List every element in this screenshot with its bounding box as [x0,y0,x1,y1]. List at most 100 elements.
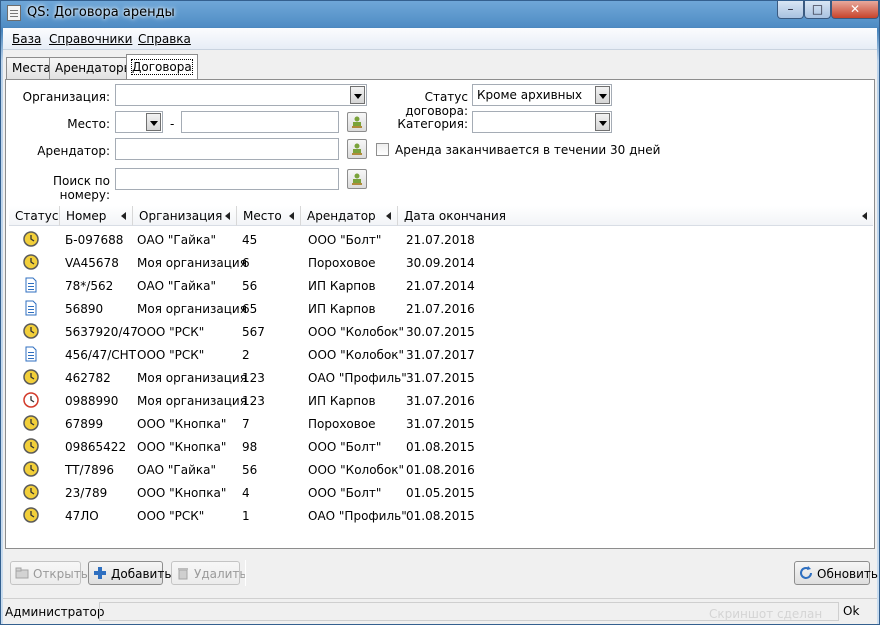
column-header-tenant[interactable]: Арендатор [301,206,398,226]
table-row[interactable]: 56890 Моя организация 65 ИП Карпов 21.07.201… [9,297,873,320]
cell-place: 7 [242,417,250,431]
open-button[interactable]: Открыть [10,561,88,585]
cell-tenant: ОАО "Профиль" [308,371,407,385]
cell-place: 4 [242,486,250,500]
maximize-button[interactable]: □ [804,1,831,19]
open-folder-icon [15,567,29,579]
cell-tenant: ООО "Колобок" [308,463,405,477]
cell-tenant: Пороховое [308,417,376,431]
chevron-down-icon[interactable] [595,86,610,104]
title-bar[interactable]: QS: Договора аренды – □ ✕ [1,1,879,27]
menu-item-base[interactable]: База [12,32,41,46]
cell-place: 98 [242,440,258,454]
chevron-down-icon[interactable] [146,113,161,131]
clock-yellow-icon [23,415,39,431]
table-row[interactable]: 0988990 Моя организация 123 ИП Карпов 31.07.… [9,389,873,412]
clock-yellow-icon [23,323,39,339]
cell-place: 123 [242,394,265,408]
document-blue-icon [25,346,37,362]
sort-left-icon [386,212,391,220]
cell-number: Б-097688 [65,233,124,247]
app-window: QS: Договора аренды – □ ✕ База Справочни… [0,0,880,625]
cell-place: 65 [242,302,258,316]
contract-status-select[interactable]: Кроме архивных [472,84,612,106]
table-row[interactable]: Б-097688 ОАО "Гайка" 45 ООО "Болт" 21.07.201… [9,228,873,251]
select-place-button[interactable] [347,112,367,132]
column-header-end-date[interactable]: Дата окончания [398,206,873,226]
table-row[interactable]: VA45678 Моя организация 6 Пороховое 30.09.20… [9,251,873,274]
table-row[interactable]: TT/7896 ОАО "Гайка" 56 ООО "Колобок" 01.08.2… [9,458,873,481]
select-tenant-button[interactable] [347,139,367,159]
contract-status-label: Статус договора: [405,90,468,118]
table-row[interactable]: 67899 ООО "Кнопка" 7 Пороховое 31.07.2015 [9,412,873,435]
status-bar: Администратор Скриншот сделан Ok [3,598,877,624]
table-row[interactable]: 47ЛО ООО "РСК" 1 ОАО "Профиль" 01.08.2015 [9,504,873,527]
menu-item-references-label: Справочники [49,32,133,46]
place-number-input[interactable] [181,111,339,133]
column-header-status[interactable]: Статус [9,206,60,226]
cell-organization: ООО "РСК" [137,348,205,362]
table-row[interactable]: 456/47/CHT ООО "РСК" 2 ООО "Колобок" 31.07.2… [9,343,873,366]
cell-organization: Моя организация [137,371,247,385]
tab-contracts[interactable]: Договора [126,54,198,80]
column-header-organization[interactable]: Организация [133,206,237,226]
menu-item-references[interactable]: Справочники [49,32,132,46]
cell-tenant: ИП Карпов [308,394,376,408]
chevron-down-icon[interactable] [350,86,365,104]
column-header-number[interactable]: Номер [60,206,133,226]
place-dash: - [170,117,175,131]
search-number-button[interactable] [347,169,367,189]
cell-end-date: 21.07.2014 [406,279,475,293]
cell-number: 47ЛО [65,509,99,523]
cell-end-date: 31.07.2015 [406,371,475,385]
cell-organization: ОАО "Гайка" [137,233,217,247]
cell-number: 462782 [65,371,111,385]
cell-place: 123 [242,371,265,385]
delete-button-label: Удалить [194,567,247,581]
table-row[interactable]: 78*/562 ОАО "Гайка" 56 ИП Карпов 21.07.2014 [9,274,873,297]
cell-tenant: ООО "Болт" [308,440,382,454]
close-button[interactable]: ✕ [831,1,879,19]
cell-end-date: 30.07.2015 [406,325,475,339]
add-button-label: Добавить [111,567,172,581]
cell-end-date: 21.07.2016 [406,302,475,316]
cell-tenant: ООО "Колобок" [308,348,405,362]
delete-button[interactable]: Удалить [171,561,247,585]
table-row[interactable]: 23/789 ООО "Кнопка" 4 ООО "Болт" 01.05.2015 [9,481,873,504]
minimize-button[interactable]: – [777,1,804,19]
sort-left-icon [862,212,867,220]
category-select[interactable] [472,111,612,133]
watermark-text: Скриншот сделан [709,607,823,621]
cell-organization: ООО "РСК" [137,325,205,339]
tenant-input[interactable] [115,138,339,160]
place-select[interactable] [115,111,163,133]
cell-number: 09865422 [65,440,127,454]
table-row[interactable]: 09865422 ООО "Кнопка" 98 ООО "Болт" 01.08.20… [9,435,873,458]
organization-select[interactable] [115,84,367,106]
tab-places-label: Места [12,61,51,75]
cell-end-date: 01.08.2015 [406,440,475,454]
clock-red-icon [23,392,39,408]
ending-soon-checkbox[interactable] [376,143,389,156]
column-header-place[interactable]: Место [237,206,301,226]
cell-end-date: 01.08.2016 [406,463,475,477]
search-number-input[interactable] [115,168,339,190]
cell-place: 567 [242,325,265,339]
cell-organization: Моя организация [137,302,247,316]
cell-organization: Моя организация [137,256,247,270]
cell-tenant: ИП Карпов [308,302,376,316]
table-row[interactable]: 462782 Моя организация 123 ОАО "Профиль" 31.… [9,366,873,389]
refresh-button[interactable]: Обновить [794,561,878,585]
cell-end-date: 31.07.2015 [406,417,475,431]
cell-number: TT/7896 [65,463,115,477]
cell-organization: ООО "Кнопка" [137,486,227,500]
cell-tenant: ООО "Болт" [308,233,382,247]
chevron-down-icon[interactable] [595,113,610,131]
refresh-button-label: Обновить [817,567,878,581]
column-header-number-label: Номер [66,209,107,223]
menu-item-help[interactable]: Справка [138,32,191,46]
column-header-end-date-label: Дата окончания [404,209,506,223]
pick-person-icon [352,173,362,185]
table-row[interactable]: 5637920/47 ООО "РСК" 567 ООО "Колобок" 30.07… [9,320,873,343]
add-button[interactable]: Добавить [88,561,171,585]
